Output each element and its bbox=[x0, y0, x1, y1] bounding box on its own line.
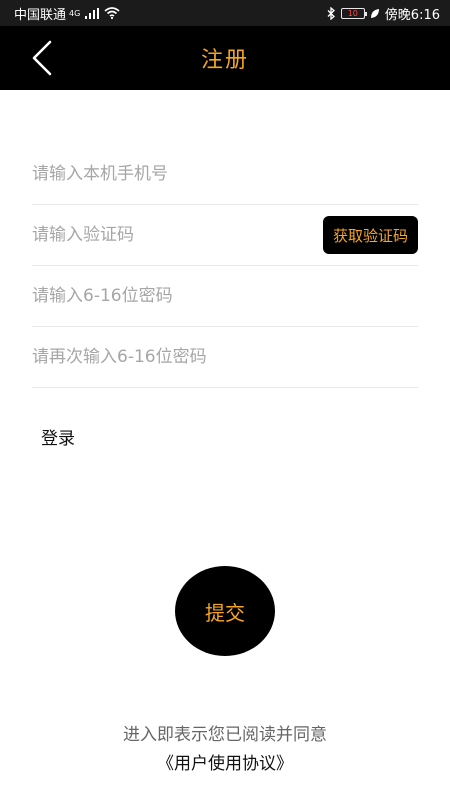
phone-input[interactable] bbox=[32, 164, 292, 184]
verification-code-input[interactable] bbox=[32, 225, 292, 245]
agreement-notice: 进入即表示您已阅读并同意 bbox=[123, 725, 327, 745]
status-bar-right: 10 傍晚6:16 bbox=[327, 4, 440, 23]
get-code-button[interactable]: 获取验证码 bbox=[322, 216, 418, 254]
battery-icon: 10 bbox=[340, 7, 367, 19]
leaf-icon bbox=[370, 8, 379, 18]
register-form: 获取验证码 bbox=[32, 144, 418, 388]
status-bar: 中国联通 4G 10 傍晚6:16 bbox=[0, 0, 450, 26]
code-field-row: 获取验证码 bbox=[32, 205, 418, 266]
signal-icon bbox=[85, 7, 100, 19]
status-bar-left: 中国联通 4G bbox=[14, 4, 120, 23]
password-input[interactable] bbox=[32, 286, 292, 306]
battery-level: 10 bbox=[347, 8, 358, 18]
submit-label: 提交 bbox=[205, 600, 245, 625]
chevron-left-icon bbox=[32, 40, 52, 76]
bluetooth-icon bbox=[327, 6, 335, 20]
back-button[interactable] bbox=[22, 36, 62, 80]
confirm-password-field-row bbox=[32, 327, 418, 388]
submit-button[interactable]: 提交 bbox=[175, 566, 275, 656]
phone-field-row bbox=[32, 144, 418, 205]
clock: 傍晚6:16 bbox=[384, 7, 440, 23]
network-badge: 4G bbox=[69, 8, 81, 18]
page-title: 注册 bbox=[200, 48, 249, 73]
carrier-name: 中国联通 bbox=[14, 7, 67, 23]
user-agreement-link[interactable]: 《用户使用协议》 bbox=[0, 749, 450, 774]
wifi-icon bbox=[104, 7, 120, 19]
login-link[interactable]: 登录 bbox=[41, 424, 75, 449]
password-field-row bbox=[32, 266, 418, 327]
confirm-password-input[interactable] bbox=[32, 347, 292, 367]
header-bar: 注册 bbox=[0, 26, 450, 90]
